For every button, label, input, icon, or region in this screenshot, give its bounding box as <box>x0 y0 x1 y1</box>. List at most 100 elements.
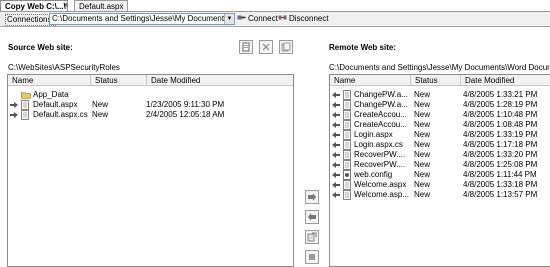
file-icon <box>343 150 351 160</box>
remote-file-name: RecoverPW.... <box>354 150 406 159</box>
source-file-status <box>92 90 146 100</box>
remote-file-status: New <box>414 130 431 139</box>
file-icon <box>343 120 351 130</box>
source-file-row[interactable]: Default.aspx New 1/23/2005 9:11:30 PM <box>8 100 293 110</box>
remote-file-row[interactable]: CreateAccou... New 4/8/2005 1:10:48 PM <box>330 110 550 120</box>
remote-file-date: 4/8/2005 1:25:08 PM <box>463 160 538 169</box>
disconnect-plug-icon <box>278 15 287 20</box>
file-icon <box>343 130 351 140</box>
connect-button-label: Connect <box>248 14 278 23</box>
remote-file-name: CreateAccou... <box>354 120 407 129</box>
open-site-button[interactable] <box>239 40 253 54</box>
remote-file-row[interactable]: web.config New 4/8/2005 1:11:44 PM <box>330 170 550 180</box>
remote-file-date: 4/8/2005 1:33:20 PM <box>463 150 538 159</box>
remote-file-name: ChangePW.a... <box>354 90 408 99</box>
remote-site-path: C:\Documents and Settings\Jesse\My Docum… <box>329 63 550 72</box>
remote-file-name: RecoverPW.... <box>354 160 406 169</box>
remote-file-row[interactable]: Welcome.asp... New 4/8/2005 1:13:57 PM <box>330 190 550 200</box>
arrow-left-icon <box>332 142 340 148</box>
remote-file-row[interactable]: RecoverPW.... New 4/8/2005 1:25:08 PM <box>330 160 550 170</box>
remote-file-name: web.config <box>354 170 393 179</box>
copy-to-source-button[interactable] <box>305 210 319 224</box>
arrow-left-icon <box>332 112 340 118</box>
source-file-row[interactable]: App_Data <box>8 90 293 100</box>
remote-file-row[interactable]: RecoverPW.... New 4/8/2005 1:33:20 PM <box>330 150 550 160</box>
arrow-left-icon <box>332 122 340 128</box>
tab-default-aspx-label: Default.aspx <box>79 2 124 11</box>
source-file-list[interactable]: Name Status Date Modified App_Data Defaul… <box>7 74 294 267</box>
file-icon <box>21 110 29 120</box>
source-file-status: New <box>92 110 109 119</box>
remote-file-name: CreateAccou... <box>354 110 407 119</box>
arrow-left-icon <box>332 192 340 198</box>
remote-file-status: New <box>414 180 431 189</box>
source-file-date: 1/23/2005 9:11:30 PM <box>146 100 225 109</box>
file-icon <box>21 100 29 110</box>
file-icon <box>343 180 351 190</box>
delete-button[interactable] <box>259 40 273 54</box>
connections-dropdown[interactable]: C:\Documents and Settings\Jesse\My Docum… <box>49 13 235 25</box>
connect-plug-icon <box>237 15 246 20</box>
refresh-button[interactable] <box>279 40 293 54</box>
source-file-name: Default.aspx <box>33 100 78 109</box>
document-tab-strip: Copy Web C:\...\ x Default.aspx <box>0 0 550 12</box>
source-col-status[interactable]: Status <box>91 75 147 86</box>
source-file-date: 2/4/2005 12:05:18 AM <box>146 110 225 119</box>
arrow-left-icon <box>332 172 340 178</box>
synchronize-button[interactable] <box>305 230 319 244</box>
disconnect-button-label: Disconnect <box>289 14 329 23</box>
remote-col-name[interactable]: Name <box>330 75 411 86</box>
remote-file-date: 4/8/2005 1:28:19 PM <box>463 100 538 109</box>
source-file-row[interactable]: Default.aspx.cs New 2/4/2005 12:05:18 AM <box>8 110 293 120</box>
remote-file-date: 4/8/2005 1:17:18 PM <box>463 140 538 149</box>
source-site-title: Source Web site: <box>8 43 73 52</box>
remote-file-row[interactable]: Login.aspx New 4/8/2005 1:33:19 PM <box>330 130 550 140</box>
remote-file-date: 4/8/2005 1:33:21 PM <box>463 90 538 99</box>
close-icon <box>262 43 270 51</box>
connections-toolbar: Connections: C:\Documents and Settings\J… <box>0 12 550 27</box>
remote-col-date[interactable]: Date Modified <box>461 75 550 86</box>
remote-file-name: ChangePW.a... <box>354 100 408 109</box>
source-file-date <box>146 90 291 100</box>
remote-file-row[interactable]: Login.aspx.cs New 4/8/2005 1:17:18 PM <box>330 140 550 150</box>
arrow-left-icon <box>332 92 340 98</box>
remote-file-list[interactable]: Name Status Date Modified ChangePW.a... N… <box>329 74 550 267</box>
remote-file-status: New <box>414 170 431 179</box>
remote-file-name: Login.aspx <box>354 130 393 139</box>
source-col-date[interactable]: Date Modified <box>147 75 293 86</box>
stop-button[interactable] <box>305 250 319 264</box>
remote-file-row[interactable]: ChangePW.a... New 4/8/2005 1:28:19 PM <box>330 100 550 110</box>
refresh-icon <box>281 42 291 52</box>
connect-button[interactable]: Connect <box>237 13 278 25</box>
remote-file-row[interactable]: Welcome.aspx New 4/8/2005 1:33:18 PM <box>330 180 550 190</box>
remote-file-date: 4/8/2005 1:33:18 PM <box>463 180 538 189</box>
file-icon <box>343 140 351 150</box>
remote-file-status: New <box>414 140 431 149</box>
file-icon <box>343 190 351 200</box>
source-col-name[interactable]: Name <box>8 75 91 86</box>
remote-file-row[interactable]: CreateAccou... New 4/8/2005 1:08:48 PM <box>330 120 550 130</box>
arrow-right-icon <box>10 102 18 108</box>
source-list-header: Name Status Date Modified <box>8 75 293 86</box>
remote-file-row[interactable]: ChangePW.a... New 4/8/2005 1:33:21 PM <box>330 90 550 100</box>
remote-file-status: New <box>414 150 431 159</box>
source-file-name: Default.aspx.cs <box>33 110 88 119</box>
arrow-left-icon <box>332 182 340 188</box>
arrow-left-icon <box>308 213 316 221</box>
remote-file-date: 4/8/2005 1:08:48 PM <box>463 120 538 129</box>
copy-to-remote-button[interactable] <box>305 190 319 204</box>
remote-file-status: New <box>414 160 431 169</box>
stop-icon <box>309 254 315 260</box>
config-file-icon <box>343 170 351 180</box>
arrow-left-icon <box>332 132 340 138</box>
remote-file-name: Login.aspx.cs <box>354 140 403 149</box>
remote-col-status[interactable]: Status <box>411 75 461 86</box>
chevron-down-icon[interactable]: ▼ <box>224 14 234 24</box>
remote-site-title: Remote Web site: <box>329 43 396 52</box>
remote-file-status: New <box>414 120 431 129</box>
disconnect-button[interactable]: Disconnect <box>278 13 329 25</box>
source-file-name: App_Data <box>33 90 69 99</box>
remote-file-status: New <box>414 110 431 119</box>
remote-file-name: Welcome.asp... <box>354 190 409 199</box>
arrow-right-icon <box>308 193 316 201</box>
